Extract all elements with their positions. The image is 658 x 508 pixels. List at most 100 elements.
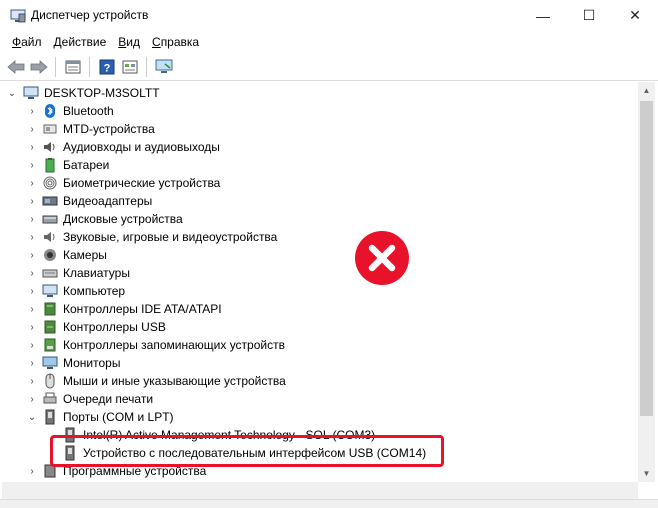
expand-chevron-icon[interactable]: › [27, 250, 37, 261]
view-icon [122, 60, 137, 73]
tree-item-label: Компьютер [63, 284, 126, 298]
tree-category[interactable]: › Дисковые устройства [2, 210, 638, 228]
view-resources-button[interactable] [118, 56, 141, 78]
tree-category[interactable]: › Видеоадаптеры [2, 192, 638, 210]
speaker-icon [44, 142, 55, 152]
scrollbar-thumb[interactable] [640, 101, 653, 416]
toolbar-separator [55, 56, 56, 77]
ide-controller-icon [44, 302, 56, 316]
scan-monitor-icon [155, 59, 172, 73]
tree-item-label: Батареи [63, 158, 110, 172]
tree-category[interactable]: › Биометрические устройства [2, 174, 638, 192]
tree-category[interactable]: ⌄ Порты (COM и LPT) [2, 408, 638, 426]
tree-item-label: Видеоадаптеры [63, 194, 153, 208]
expand-chevron-icon[interactable]: › [27, 358, 37, 369]
scroll-down-arrow-icon[interactable]: ▼ [638, 465, 655, 482]
expand-chevron-icon[interactable]: › [27, 196, 37, 207]
camera-icon [44, 249, 56, 261]
tree-category[interactable]: › Звуковые, игровые и видеоустройства [2, 228, 638, 246]
expand-chevron-icon[interactable]: › [27, 466, 37, 477]
collapse-chevron-icon[interactable]: ⌄ [7, 88, 17, 99]
keyboard-icon [42, 269, 58, 278]
tree-item-label: Контроллеры IDE ATA/ATAPI [63, 302, 222, 316]
menu-action[interactable]: Действие [49, 35, 114, 49]
tree-category[interactable]: › Клавиатуры [2, 264, 638, 282]
battery-icon [45, 158, 55, 173]
tree-item-label: Порты (COM и LPT) [63, 410, 174, 424]
menu-help-accel: С [152, 35, 161, 49]
monitor-icon [42, 356, 58, 369]
tree-category[interactable]: › Контроллеры запоминающих устройств [2, 336, 638, 354]
tree-item-label: Очереди печати [63, 392, 154, 406]
back-arrow-icon [6, 59, 24, 74]
vertical-scrollbar[interactable]: ▲ ▼ [638, 82, 655, 482]
tree-category[interactable]: › Контроллеры USB [2, 318, 638, 336]
window-title: Диспетчер устройств [31, 8, 149, 22]
forward-button[interactable] [27, 56, 50, 78]
tree-item-label: Клавиатуры [63, 266, 130, 280]
expand-chevron-icon[interactable]: › [27, 124, 37, 135]
expand-chevron-icon[interactable]: › [27, 232, 37, 243]
tree-item-label: MTD-устройства [63, 122, 155, 136]
expand-chevron-icon[interactable]: › [27, 394, 37, 405]
tree-item-label: DESKTOP-M3SOLTT [44, 86, 160, 100]
bluetooth-icon [45, 104, 55, 118]
expand-chevron-icon[interactable]: › [27, 106, 37, 117]
menu-file[interactable]: Файл [7, 35, 49, 49]
menu-file-label: айл [21, 35, 42, 49]
menu-file-accel: Ф [12, 35, 22, 49]
tree-item-label: Bluetooth [63, 104, 114, 118]
properties-button[interactable] [61, 56, 84, 78]
expand-chevron-icon[interactable]: › [27, 268, 37, 279]
expand-chevron-icon[interactable]: › [27, 142, 37, 153]
expand-chevron-icon[interactable]: › [27, 340, 37, 351]
tree-category[interactable]: › Мониторы [2, 354, 638, 372]
display-adapter-icon [42, 196, 58, 206]
menu-view[interactable]: Вид [113, 35, 147, 49]
menu-bar: Файл Действие Вид Справка [0, 31, 658, 53]
collapse-chevron-icon[interactable]: ⌄ [27, 412, 37, 423]
tree-category[interactable]: › Компьютер [2, 282, 638, 300]
printer-icon [43, 392, 57, 404]
tree-category[interactable]: › Камеры [2, 246, 638, 264]
tree-category[interactable]: › Мыши и иные указывающие устройства [2, 372, 638, 390]
horizontal-scrollbar[interactable] [2, 482, 638, 499]
close-button[interactable]: ✕ [612, 0, 658, 31]
device-tree[interactable]: ⌄ DESKTOP-M3SOLTT › Bluetooth › MTD-устройств… [2, 82, 638, 482]
menu-action-accel: Д [53, 35, 62, 49]
expand-chevron-icon[interactable]: › [27, 304, 37, 315]
expand-chevron-icon[interactable]: › [27, 376, 37, 387]
expand-chevron-icon[interactable]: › [27, 160, 37, 171]
help-button[interactable]: ? [95, 56, 118, 78]
tree-category[interactable]: › Bluetooth [2, 102, 638, 120]
mouse-icon [45, 373, 55, 389]
scan-hardware-button[interactable] [152, 56, 175, 78]
expand-chevron-icon[interactable]: › [27, 178, 37, 189]
tree-category[interactable]: › MTD-устройства [2, 120, 638, 138]
tree-item-label: Мониторы [63, 356, 121, 370]
scroll-up-arrow-icon[interactable]: ▲ [638, 82, 655, 99]
tree-category[interactable]: › Очереди печати [2, 390, 638, 408]
back-button[interactable] [4, 56, 27, 78]
tree-category[interactable]: › Аудиовходы и аудиовыходы [2, 138, 638, 156]
properties-icon [65, 60, 80, 73]
minimize-button[interactable]: — [520, 0, 566, 31]
expand-chevron-icon[interactable]: › [27, 322, 37, 333]
tree-item-label: Мыши и иные указывающие устройства [63, 374, 286, 388]
error-x-icon [355, 231, 409, 285]
tree-item-label: Камеры [63, 248, 107, 262]
expand-chevron-icon[interactable]: › [27, 286, 37, 297]
port-icon [45, 409, 55, 425]
menu-help[interactable]: Справка [147, 35, 206, 49]
tree-category[interactable]: › Батареи [2, 156, 638, 174]
title-bar: Диспетчер устройств — ☐ ✕ [0, 0, 658, 31]
mtd-icon [43, 124, 57, 134]
toolbar-separator [89, 56, 90, 77]
maximize-button[interactable]: ☐ [566, 0, 612, 31]
menu-help-label: правка [160, 35, 200, 49]
svg-text:?: ? [103, 62, 110, 74]
tree-category[interactable]: › Контроллеры IDE ATA/ATAPI [2, 300, 638, 318]
tree-root[interactable]: ⌄ DESKTOP-M3SOLTT [2, 84, 638, 102]
expand-chevron-icon[interactable]: › [27, 214, 37, 225]
tree-item-label: Биометрические устройства [63, 176, 221, 190]
